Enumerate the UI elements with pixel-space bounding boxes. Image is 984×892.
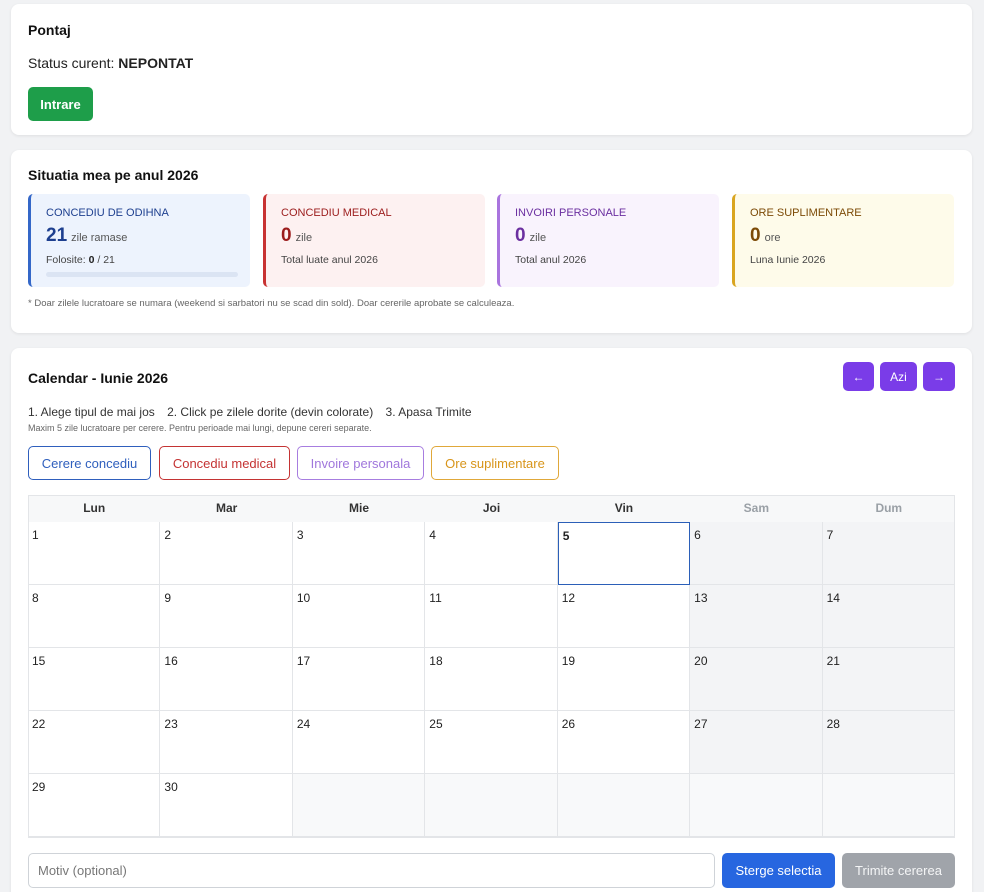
pontaj-title: Pontaj	[28, 22, 71, 38]
clear-selection-button[interactable]: Sterge selectia	[722, 853, 835, 888]
type-cerere-concediu-button[interactable]: Cerere concediu	[28, 446, 151, 480]
calendar-day[interactable]: 17	[292, 648, 426, 711]
calendar-day[interactable]: 28	[822, 711, 955, 774]
leave-progress-bar	[46, 272, 238, 277]
calendar-day[interactable]: 24	[292, 711, 426, 774]
calendar-day[interactable]: 5	[557, 522, 691, 585]
step-2: 2. Click pe zilele dorite (devin colorat…	[167, 405, 374, 419]
calendar-empty-cell	[425, 774, 558, 837]
stat-title: INVOIRI PERSONALE	[515, 207, 627, 219]
calendar-hint: Maxim 5 zile lucratoare per cerere. Pent…	[28, 423, 372, 433]
calendar-day[interactable]: 12	[557, 585, 691, 648]
prev-month-button[interactable]: ←	[843, 362, 874, 391]
stat-title: CONCEDIU DE ODIHNA	[46, 207, 169, 219]
calendar-day[interactable]: 21	[822, 648, 955, 711]
used-days: 0	[88, 254, 95, 266]
calendar-title: Calendar - Iunie 2026	[28, 370, 169, 386]
calendar-day[interactable]: 20	[690, 648, 823, 711]
situatia-note: * Doar zilele lucratoare se numara (week…	[28, 298, 515, 309]
stat-title: ORE SUPLIMENTARE	[750, 207, 862, 219]
stat-sub: Luna Iunie 2026	[750, 254, 826, 266]
stat-invoiri-personale: INVOIRI PERSONALE 0 zile Total anul 2026	[497, 194, 719, 287]
calendar-card: Calendar - Iunie 2026 ← Azi → 1. Alege t…	[11, 348, 972, 892]
next-month-button[interactable]: →	[923, 362, 955, 391]
status-label: Status curent:	[28, 55, 115, 71]
calendar-day[interactable]: 9	[160, 585, 293, 648]
calendar-day[interactable]: 3	[292, 522, 426, 585]
calendar-day[interactable]: 10	[292, 585, 426, 648]
stat-unit: zile	[529, 232, 547, 244]
submit-request-button[interactable]: Trimite cererea	[842, 853, 955, 888]
calendar-day[interactable]: 18	[425, 648, 558, 711]
calendar-empty-cell	[292, 774, 426, 837]
calendar-day[interactable]: 19	[557, 648, 691, 711]
calendar-day[interactable]: 7	[822, 522, 955, 585]
stat-value: 0 zile	[515, 225, 547, 246]
weekday-header: Mar	[160, 495, 293, 522]
pontaj-card: Pontaj Status curent: NEPONTAT Intrare	[11, 4, 972, 135]
calendar-day[interactable]: 16	[160, 648, 293, 711]
stat-value: 21 zile ramase	[46, 225, 128, 246]
step-1: 1. Alege tipul de mai jos	[28, 405, 155, 419]
stat-unit: zile ramase	[71, 232, 128, 244]
calendar-day[interactable]: 4	[425, 522, 558, 585]
stat-sub: Folosite: 0 / 21	[46, 254, 115, 266]
calendar-day[interactable]: 25	[425, 711, 558, 774]
stat-ore-suplimentare: ORE SUPLIMENTARE 0 ore Luna Iunie 2026	[732, 194, 954, 287]
situatia-card: Situatia mea pe anul 2026 CONCEDIU DE OD…	[11, 150, 972, 333]
calendar-day[interactable]: 1	[28, 522, 161, 585]
situatia-title: Situatia mea pe anul 2026	[28, 167, 199, 183]
calendar-steps: 1. Alege tipul de mai jos 2. Click pe zi…	[28, 405, 481, 419]
calendar-day[interactable]: 29	[28, 774, 161, 837]
calendar-day[interactable]: 26	[557, 711, 691, 774]
stat-value: 0 ore	[750, 225, 781, 246]
calendar-day[interactable]: 15	[28, 648, 161, 711]
weekday-header: Joi	[425, 495, 558, 522]
stat-value: 0 zile	[281, 225, 313, 246]
status-line: Status curent: NEPONTAT	[28, 55, 193, 71]
weekday-header: Lun	[28, 495, 161, 522]
calendar-day[interactable]: 2	[160, 522, 293, 585]
weekday-header: Vin	[557, 495, 691, 522]
calendar-empty-cell	[690, 774, 823, 837]
stat-title: CONCEDIU MEDICAL	[281, 207, 392, 219]
stat-sub: Total luate anul 2026	[281, 254, 378, 266]
calendar-day[interactable]: 11	[425, 585, 558, 648]
stat-concediu-odihna: CONCEDIU DE ODIHNA 21 zile ramase Folosit…	[28, 194, 250, 287]
stat-sub: Total anul 2026	[515, 254, 587, 266]
calendar-day[interactable]: 23	[160, 711, 293, 774]
calendar-empty-cell	[822, 774, 955, 837]
weekday-header: Sam	[690, 495, 823, 522]
calendar-day[interactable]: 14	[822, 585, 955, 648]
calendar-day[interactable]: 13	[690, 585, 823, 648]
type-invoire-personala-button[interactable]: Invoire personala	[297, 446, 424, 480]
motiv-input[interactable]	[28, 853, 715, 888]
calendar-day[interactable]: 30	[160, 774, 293, 837]
stat-unit: zile	[295, 232, 313, 244]
step-3: 3. Apasa Trimite	[385, 405, 472, 419]
calendar-day[interactable]: 6	[690, 522, 823, 585]
today-button[interactable]: Azi	[880, 362, 917, 391]
calendar-day[interactable]: 22	[28, 711, 161, 774]
type-concediu-medical-button[interactable]: Concediu medical	[159, 446, 290, 480]
weekday-header: Dum	[822, 495, 955, 522]
calendar-day[interactable]: 27	[690, 711, 823, 774]
status-value: NEPONTAT	[118, 55, 194, 71]
stat-unit: ore	[764, 232, 781, 244]
stat-concediu-medical: CONCEDIU MEDICAL 0 zile Total luate anul …	[263, 194, 485, 287]
intrare-button[interactable]: Intrare	[28, 87, 93, 121]
calendar-empty-cell	[557, 774, 691, 837]
type-ore-suplimentare-button[interactable]: Ore suplimentare	[431, 446, 559, 480]
weekday-header: Mie	[292, 495, 426, 522]
calendar-day[interactable]: 8	[28, 585, 161, 648]
